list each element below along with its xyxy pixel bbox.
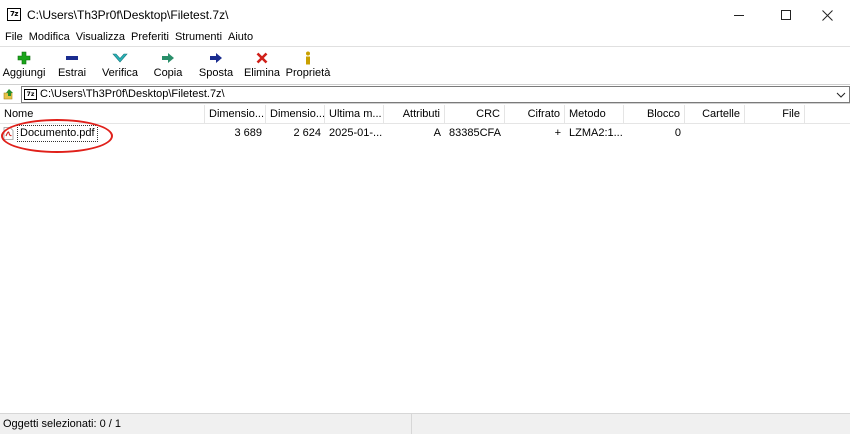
add-button[interactable]: Aggiungi <box>0 47 48 83</box>
test-label: Verifica <box>101 67 139 79</box>
column-header-method[interactable]: Metodo <box>565 105 624 124</box>
title-bar: 7z C:\Users\Th3Pr0f\Desktop\Filetest.7z\ <box>0 0 850 30</box>
file-name[interactable]: Documento.pdf <box>17 125 98 142</box>
table-row[interactable]: Documento.pdf 3 689 2 624 2025-01-... A … <box>0 125 850 142</box>
cell-modified: 2025-01-... <box>329 127 383 139</box>
close-icon <box>821 9 833 21</box>
move-button[interactable]: Sposta <box>192 47 240 83</box>
file-list: Nome Dimensio... Dimensio... Ultima m...… <box>0 105 850 412</box>
column-header-folders[interactable]: Cartelle <box>685 105 745 124</box>
move-icon <box>207 49 225 67</box>
status-bar: Oggetti selezionati: 0 / 1 <box>0 413 850 434</box>
menu-aiuto[interactable]: Aiuto <box>225 30 256 46</box>
extract-icon <box>63 49 81 67</box>
archive-icon: 7z <box>24 89 37 100</box>
table-header: Nome Dimensio... Dimensio... Ultima m...… <box>0 105 850 124</box>
extract-label: Estrai <box>57 67 87 79</box>
toolbar: Aggiungi Estrai Verifica Copia Sposta El… <box>0 46 850 84</box>
test-button[interactable]: Verifica <box>96 47 144 83</box>
window: 7z C:\Users\Th3Pr0f\Desktop\Filetest.7z\… <box>0 0 850 434</box>
column-header-name[interactable]: Nome <box>0 105 205 124</box>
delete-label: Elimina <box>243 67 281 79</box>
cell-files <box>745 125 805 142</box>
copy-icon <box>159 49 177 67</box>
delete-icon <box>253 49 271 67</box>
add-label: Aggiungi <box>2 67 46 79</box>
minimize-icon <box>734 14 744 16</box>
delete-button[interactable]: Elimina <box>240 47 284 83</box>
address-path: C:\Users\Th3Pr0f\Desktop\Filetest.7z\ <box>40 88 225 100</box>
maximize-button[interactable] <box>763 0 809 30</box>
address-bar: 7z C:\Users\Th3Pr0f\Desktop\Filetest.7z\ <box>0 84 850 104</box>
cell-encrypted: + <box>554 127 561 139</box>
menu-strumenti[interactable]: Strumenti <box>172 30 225 46</box>
status-separator <box>411 414 412 434</box>
menu-modifica[interactable]: Modifica <box>26 30 73 46</box>
cell-packed-size: 2 624 <box>293 127 321 139</box>
info-icon <box>299 49 317 67</box>
column-header-block[interactable]: Blocco <box>624 105 685 124</box>
minimize-button[interactable] <box>716 0 762 30</box>
cell-folders <box>685 125 745 142</box>
cell-method: LZMA2:1... <box>569 127 623 139</box>
menu-preferiti[interactable]: Preferiti <box>128 30 172 46</box>
maximize-icon <box>781 10 791 20</box>
menu-bar: File Modifica Visualizza Preferiti Strum… <box>0 30 850 46</box>
column-header-attributes[interactable]: Attributi <box>384 105 445 124</box>
cell-size: 3 689 <box>234 127 262 139</box>
add-icon <box>15 49 33 67</box>
cell-block: 0 <box>674 127 681 139</box>
pdf-file-icon <box>3 127 14 140</box>
column-header-size[interactable]: Dimensio... <box>205 105 266 124</box>
close-button[interactable] <box>804 0 850 30</box>
test-icon <box>111 49 129 67</box>
column-header-packed-size[interactable]: Dimensio... <box>266 105 325 124</box>
menu-file[interactable]: File <box>0 30 26 46</box>
copy-label: Copia <box>153 67 183 79</box>
up-folder-icon[interactable] <box>3 88 15 100</box>
column-header-files[interactable]: File <box>745 105 805 124</box>
menu-visualizza[interactable]: Visualizza <box>73 30 128 46</box>
cell-attributes: A <box>433 127 441 139</box>
7zip-app-icon: 7z <box>7 8 21 21</box>
column-header-crc[interactable]: CRC <box>445 105 505 124</box>
copy-button[interactable]: Copia <box>144 47 192 83</box>
extract-button[interactable]: Estrai <box>48 47 96 83</box>
address-field[interactable]: 7z C:\Users\Th3Pr0f\Desktop\Filetest.7z\ <box>21 86 850 103</box>
column-header-encrypted[interactable]: Cifrato <box>505 105 565 124</box>
cell-crc: 83385CFA <box>449 127 501 139</box>
properties-button[interactable]: Proprietà <box>284 47 332 83</box>
move-label: Sposta <box>198 67 234 79</box>
chevron-down-icon[interactable] <box>835 89 847 101</box>
status-selected-count: Oggetti selezionati: 0 / 1 <box>3 418 122 430</box>
window-title: C:\Users\Th3Pr0f\Desktop\Filetest.7z\ <box>27 8 229 22</box>
properties-label: Proprietà <box>285 67 331 79</box>
column-header-modified[interactable]: Ultima m... <box>325 105 384 124</box>
